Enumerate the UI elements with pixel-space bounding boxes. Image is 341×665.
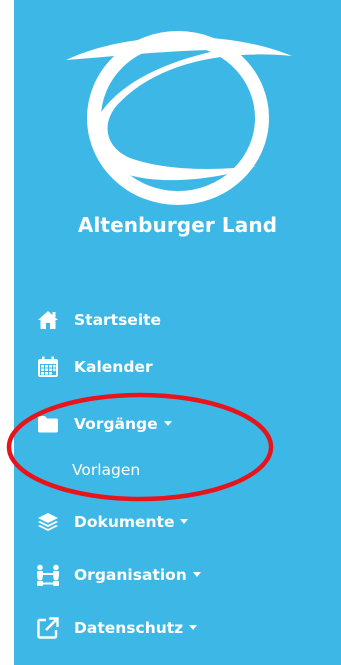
sub-item-label: Vorlagen	[72, 461, 141, 479]
nav-item-text: Datenschutz	[74, 619, 184, 637]
chevron-down-icon	[192, 572, 201, 577]
sidebar-nav: Altenburger Land Startseite Kalender Vor…	[14, 0, 341, 665]
sitemap-icon	[36, 563, 60, 587]
chevron-down-icon	[189, 625, 198, 630]
home-icon	[36, 308, 60, 332]
nav-item-label: Organisation	[74, 566, 201, 584]
altenburger-land-logo	[66, 31, 292, 205]
brand-name: Altenburger Land	[77, 213, 278, 237]
nav-item-startseite[interactable]: Startseite	[14, 300, 341, 340]
nav-item-vorgaenge[interactable]: Vorgänge	[14, 404, 341, 444]
nav-item-text: Organisation	[74, 566, 187, 584]
layers-icon	[36, 510, 60, 534]
nav-item-label: Vorgänge	[74, 415, 172, 433]
nav-item-dokumente[interactable]: Dokumente	[14, 502, 341, 542]
nav-item-label: Dokumente	[74, 513, 189, 531]
nav-item-text: Dokumente	[74, 513, 175, 531]
nav-item-datenschutz[interactable]: Datenschutz	[14, 608, 341, 648]
nav-item-label: Startseite	[74, 311, 162, 329]
nav-item-organisation[interactable]: Organisation	[14, 555, 341, 595]
folder-icon	[36, 412, 60, 436]
nav-item-kalender[interactable]: Kalender	[14, 347, 341, 387]
external-link-icon	[36, 616, 60, 640]
chevron-down-icon	[180, 519, 189, 524]
chevron-down-icon	[163, 421, 172, 426]
sub-item-vorlagen[interactable]: Vorlagen	[14, 452, 341, 488]
nav-item-text: Vorgänge	[74, 415, 158, 433]
nav-item-label: Kalender	[74, 358, 153, 376]
calendar-icon	[36, 355, 60, 379]
nav-item-label: Datenschutz	[74, 619, 198, 637]
